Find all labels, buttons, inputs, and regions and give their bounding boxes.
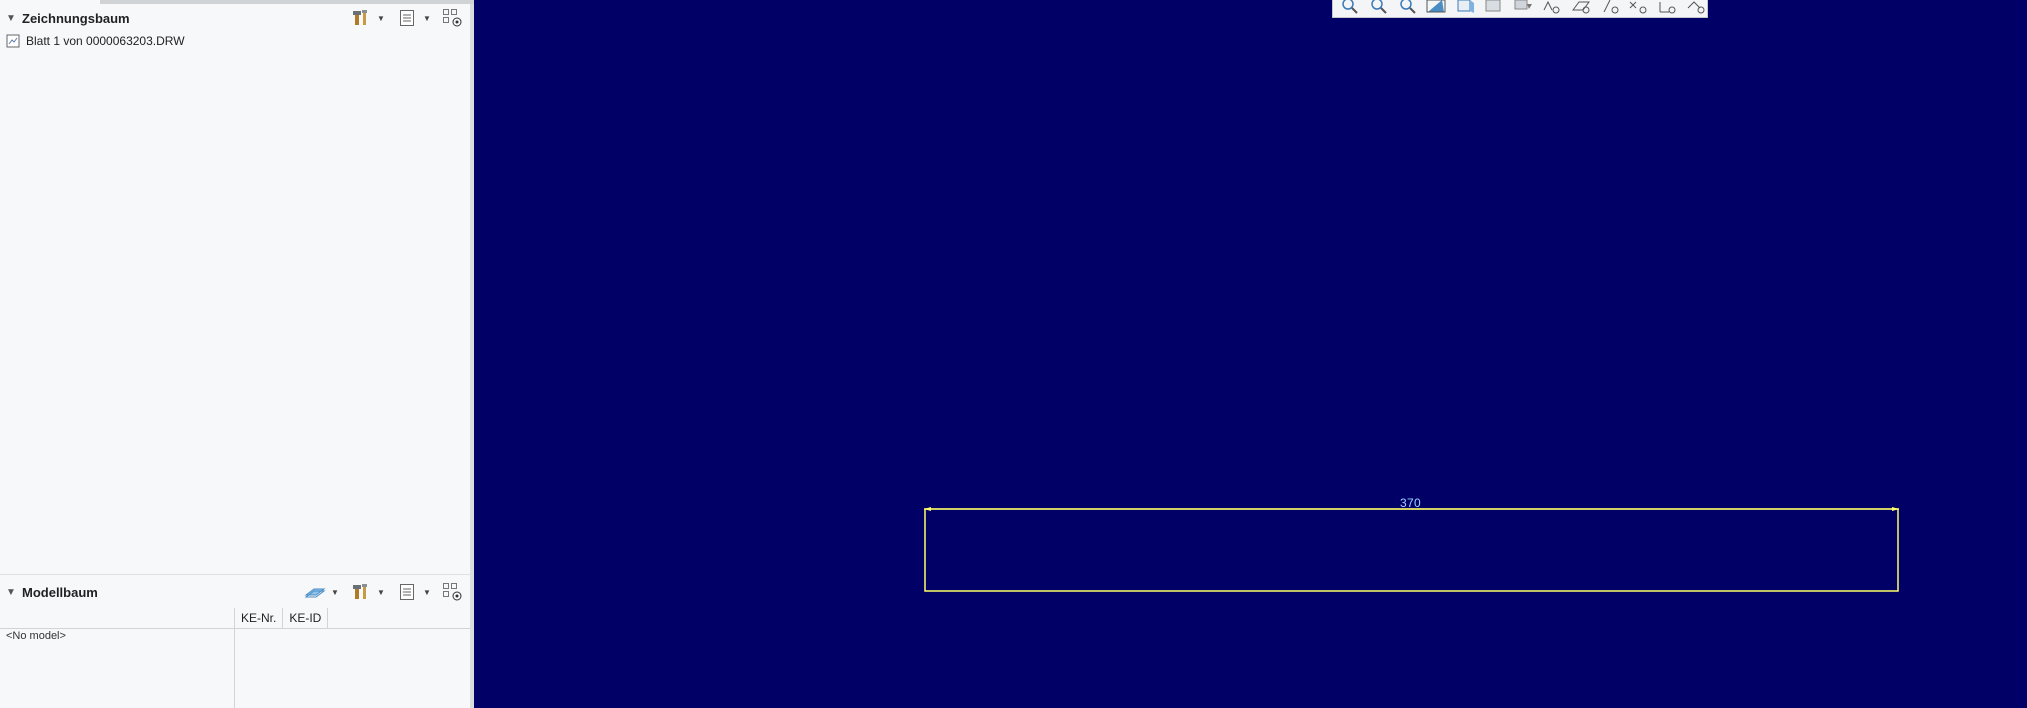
left-pane: ▼ Zeichnungsbaum ▼ ▼ Blatt 1 von 0000063… [0, 0, 474, 708]
collapse-caret-icon[interactable]: ▼ [0, 587, 22, 598]
settings-dropdown-icon[interactable]: ▼ [376, 8, 386, 28]
column-name[interactable] [0, 608, 235, 628]
column-separator [234, 628, 235, 708]
zoom-in-icon[interactable] [1368, 0, 1390, 14]
repaint-icon[interactable] [1426, 0, 1448, 14]
drawing-tree-title: Zeichnungsbaum [22, 10, 130, 26]
settings-hammer-icon[interactable] [350, 582, 372, 602]
zoom-out-icon[interactable] [1397, 0, 1419, 14]
model-tree-table-header: KE-Nr. KE-ID [0, 608, 470, 629]
view-manager-icon[interactable] [1483, 0, 1505, 14]
orient-icon[interactable] [1512, 0, 1534, 14]
show-dropdown-icon[interactable]: ▼ [422, 582, 432, 602]
collapse-caret-icon[interactable]: ▼ [0, 13, 22, 24]
show-list-icon[interactable] [396, 8, 418, 28]
display-style-icon[interactable] [1454, 0, 1476, 14]
filter-icon[interactable] [442, 8, 464, 28]
show-list-icon[interactable] [396, 582, 418, 602]
tree-item-label: Blatt 1 von 0000063203.DRW [26, 34, 185, 48]
show-dropdown-icon[interactable]: ▼ [422, 8, 432, 28]
drawing-view[interactable] [924, 505, 1899, 593]
no-model-text: <No model> [6, 630, 66, 642]
point-display-icon[interactable] [1627, 0, 1649, 14]
model-tree-header: ▼ Modellbaum ▼ ▼ ▼ [0, 578, 470, 606]
part-outline[interactable] [924, 508, 1899, 592]
model-tree-tools: ▼ ▼ ▼ [304, 582, 464, 602]
column-ke-nr[interactable]: KE-Nr. [235, 608, 284, 628]
drawing-tree-tools: ▼ ▼ [350, 8, 464, 28]
sheet-icon [6, 34, 20, 48]
drawing-tree-header: ▼ Zeichnungsbaum ▼ ▼ [0, 4, 470, 32]
settings-dropdown-icon[interactable]: ▼ [376, 582, 386, 602]
graphics-toolbar [1332, 0, 1708, 18]
layer-icon[interactable] [304, 582, 326, 602]
csys-display-icon[interactable] [1656, 0, 1678, 14]
panel-divider[interactable] [0, 574, 470, 575]
column-ke-id[interactable]: KE-ID [283, 608, 329, 628]
datum-display-icon[interactable] [1541, 0, 1563, 14]
filter-icon[interactable] [442, 582, 464, 602]
graphics-area[interactable] [478, 0, 2027, 708]
settings-hammer-icon[interactable] [350, 8, 372, 28]
model-tree-title: Modellbaum [22, 584, 98, 600]
annotation-display-icon[interactable] [1685, 0, 1707, 14]
tree-item-sheet[interactable]: Blatt 1 von 0000063203.DRW [6, 34, 185, 48]
refit-icon[interactable] [1339, 0, 1361, 14]
layer-dropdown-icon[interactable]: ▼ [330, 582, 340, 602]
axis-display-icon[interactable] [1599, 0, 1621, 14]
plane-display-icon[interactable] [1570, 0, 1592, 14]
